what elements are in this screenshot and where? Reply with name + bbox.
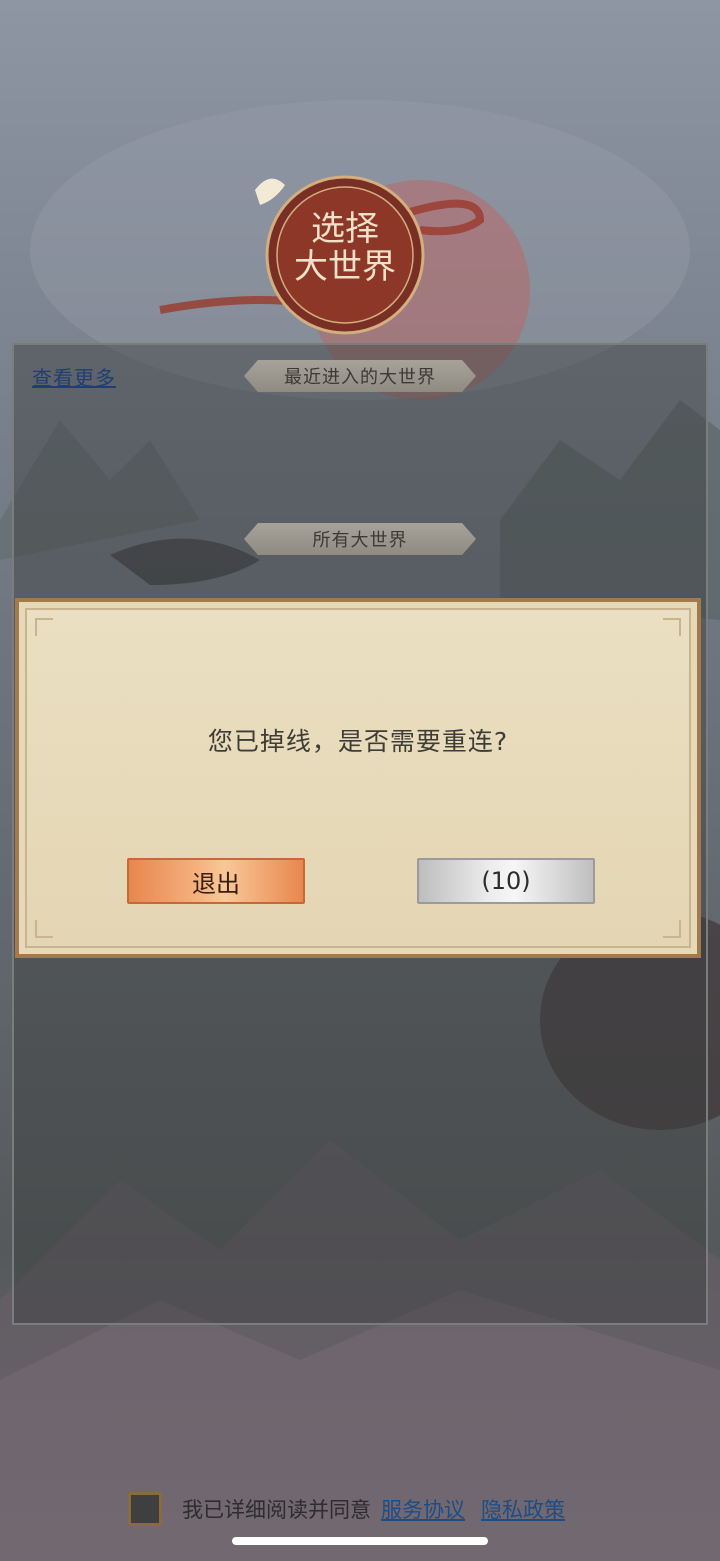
all-worlds-header: 所有大世界 bbox=[244, 523, 476, 555]
corner-ornament bbox=[663, 920, 681, 938]
reconnect-countdown-button[interactable]: (10) bbox=[417, 858, 595, 904]
home-indicator[interactable] bbox=[232, 1537, 488, 1545]
exit-button[interactable]: 退出 bbox=[127, 858, 305, 904]
select-world-emblem: 选择 大世界 bbox=[159, 175, 485, 335]
recent-worlds-header: 最近进入的大世界 bbox=[244, 360, 476, 392]
disconnect-dialog: 您已掉线，是否需要重连? 退出 (10) bbox=[15, 598, 701, 958]
agreement-checkbox[interactable] bbox=[128, 1492, 162, 1526]
agreement-text: 我已详细阅读并同意 bbox=[182, 1498, 371, 1522]
service-agreement-link[interactable]: 服务协议 bbox=[381, 1494, 465, 1524]
disconnect-message: 您已掉线，是否需要重连? bbox=[207, 727, 509, 756]
svg-text:选择: 选择 bbox=[311, 209, 379, 249]
corner-ornament bbox=[663, 618, 681, 636]
corner-ornament bbox=[35, 920, 53, 938]
see-more-link[interactable]: 查看更多 bbox=[32, 362, 116, 391]
agreement-row: 我已详细阅读并同意 服务协议 隐私政策 bbox=[128, 1489, 575, 1529]
svg-text:大世界: 大世界 bbox=[294, 247, 396, 287]
corner-ornament bbox=[35, 618, 53, 636]
privacy-policy-link[interactable]: 隐私政策 bbox=[481, 1494, 565, 1524]
